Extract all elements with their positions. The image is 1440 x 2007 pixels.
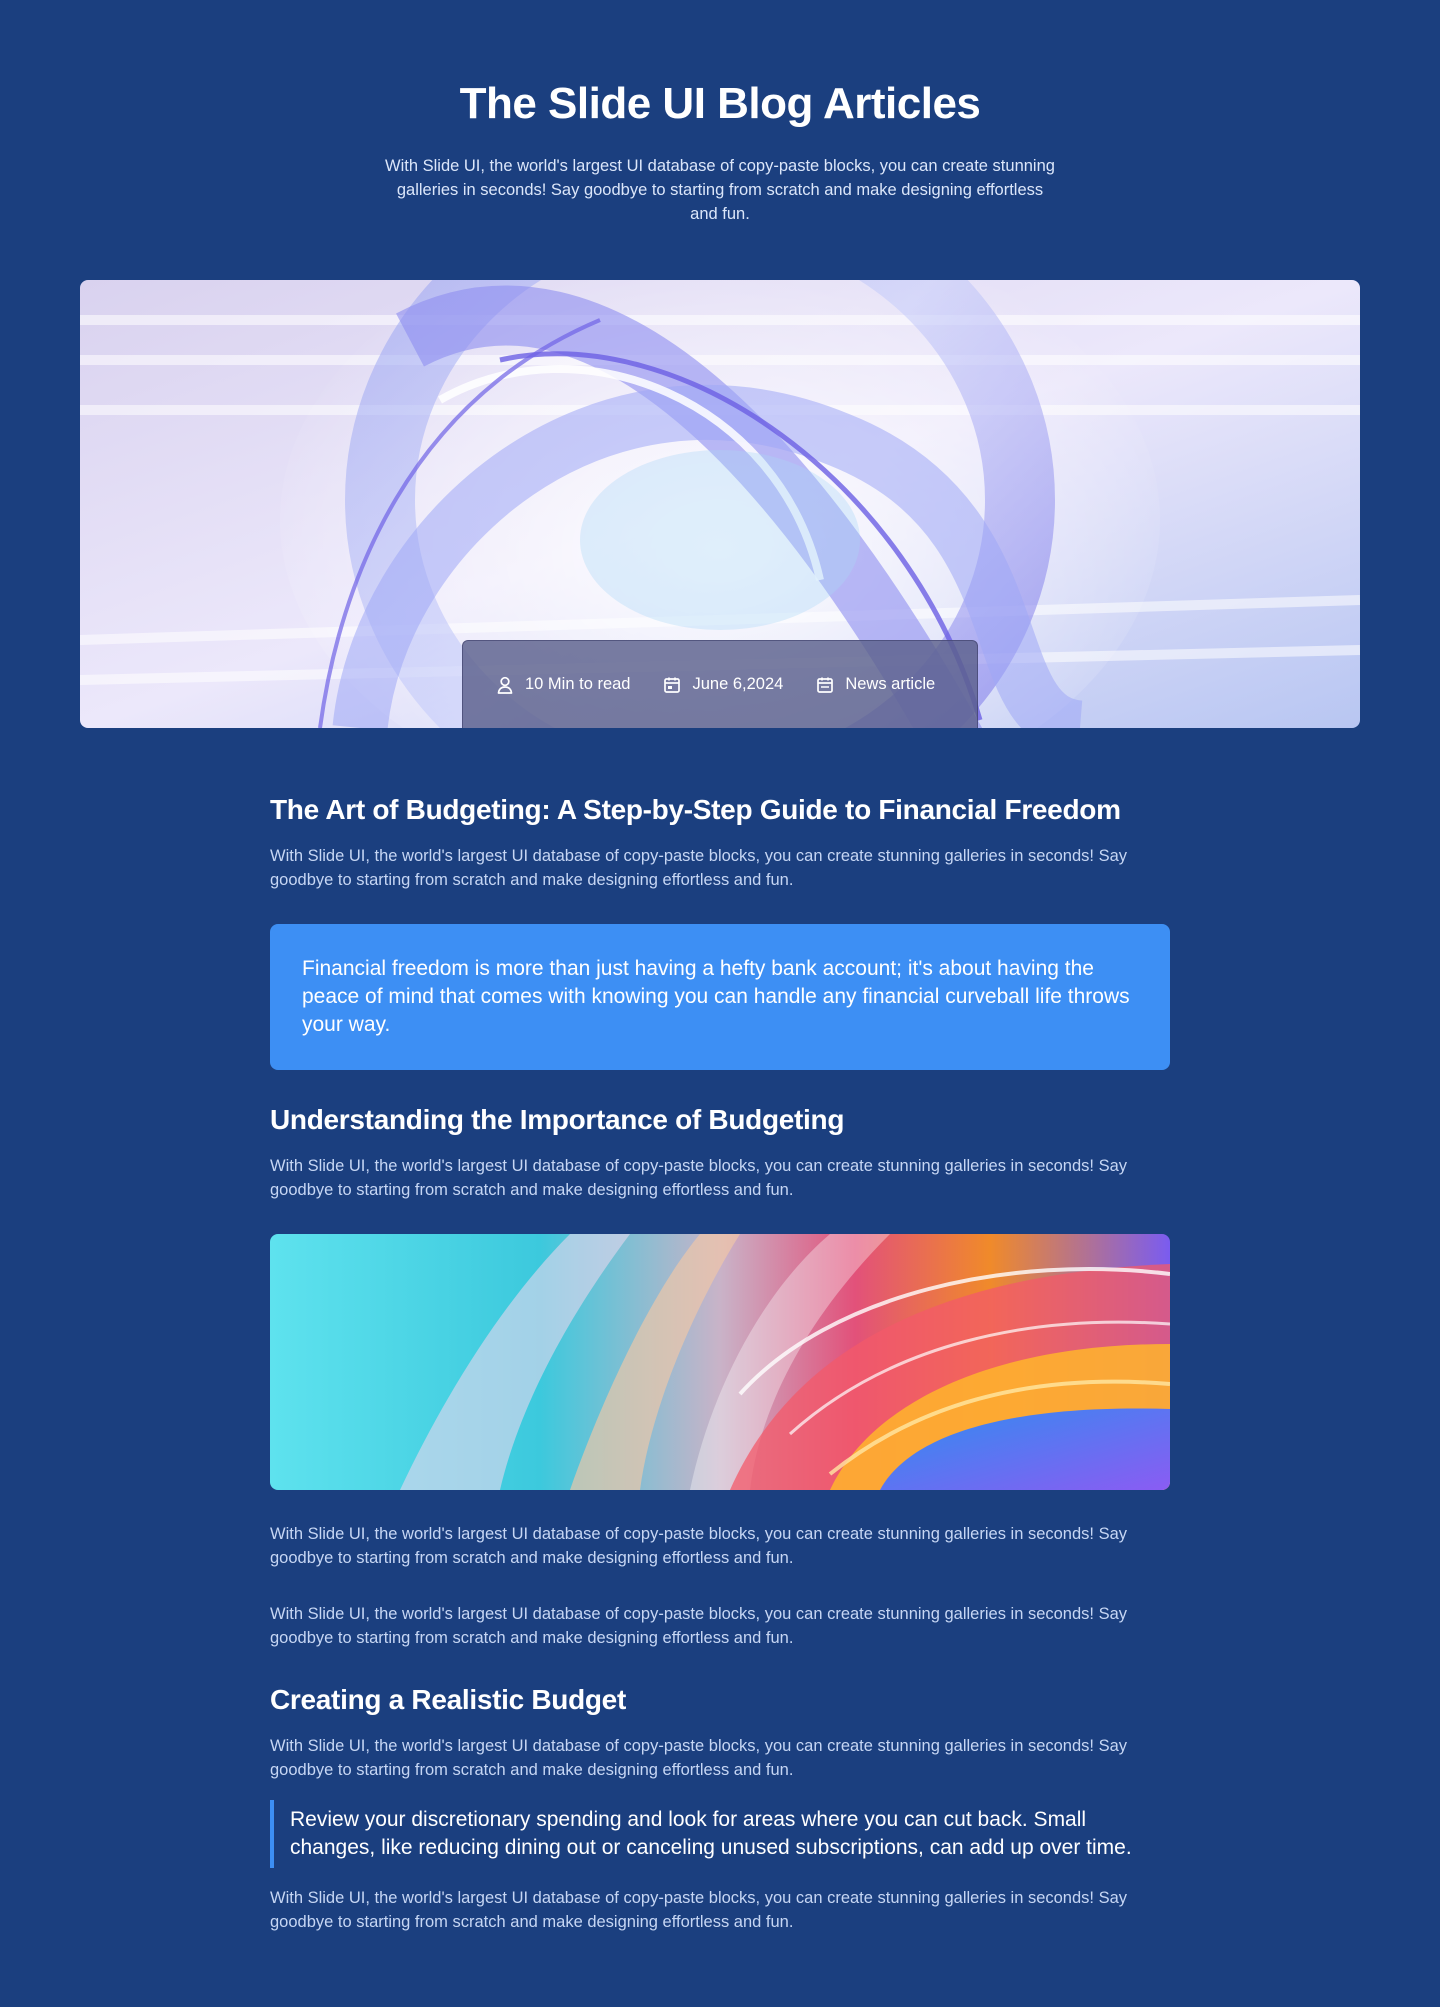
page-title: The Slide UI Blog Articles [459,79,981,128]
hero-image: 10 Min to read June 6,2024 News article [80,280,1360,728]
pull-quote: Review your discretionary spending and l… [270,1800,1170,1868]
read-time-label: 10 Min to read [525,675,631,693]
page-header: The Slide UI Blog Articles With Slide UI… [0,78,1440,226]
colorful-waves-artwork [270,1234,1170,1490]
meta-category: News article [815,675,935,695]
section-paragraph: With Slide UI, the world's largest UI da… [270,1525,1128,1567]
blog-page: The Slide UI Blog Articles With Slide UI… [0,0,1440,2007]
meta-read-time: 10 Min to read [495,675,630,695]
section-paragraph: With Slide UI, the world's largest UI da… [270,1737,1128,1779]
article-intro: With Slide UI, the world's largest UI da… [270,847,1128,889]
article-title: The Art of Budgeting: A Step-by-Step Gui… [270,794,1121,825]
section-paragraph: With Slide UI, the world's largest UI da… [270,1889,1128,1931]
section-paragraph: With Slide UI, the world's largest UI da… [270,1157,1128,1199]
date-label: June 6,2024 [692,675,784,693]
section-heading-importance: Understanding the Importance of Budgetin… [270,1104,845,1135]
meta-date: June 6,2024 [662,675,783,695]
article-meta-bar: 10 Min to read June 6,2024 News article [462,640,978,728]
category-label: News article [845,675,936,693]
section-paragraph: With Slide UI, the world's largest UI da… [270,1605,1128,1647]
calendar-icon [817,677,834,693]
article-body: The Art of Budgeting: A Step-by-Step Gui… [270,790,1170,1934]
calendar-icon [664,677,681,693]
article-image [270,1234,1170,1490]
page-subtitle: With Slide UI, the world's largest UI da… [385,157,1055,223]
highlight-callout: Financial freedom is more than just havi… [270,924,1170,1070]
user-icon [497,676,513,694]
section-heading-realistic-budget: Creating a Realistic Budget [270,1684,626,1715]
